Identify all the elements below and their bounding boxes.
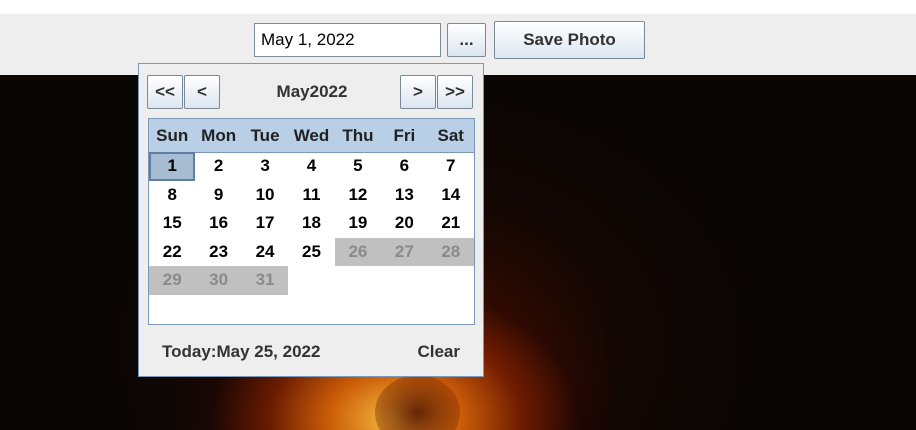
day-cell-29[interactable]: 29: [149, 266, 196, 295]
month-label: May: [276, 82, 310, 101]
day-cell-25[interactable]: 25: [288, 238, 334, 267]
weekday-wed: Wed: [293, 125, 330, 145]
month-year-label: May 2022: [229, 75, 395, 109]
date-field[interactable]: May 1, 2022: [254, 23, 441, 57]
day-cell-15[interactable]: 15: [149, 209, 195, 238]
day-cell-2[interactable]: 2: [195, 152, 241, 181]
day-cell-12[interactable]: 12: [335, 181, 381, 210]
day-cell-1[interactable]: 1: [149, 152, 196, 181]
prev-year-button[interactable]: <<: [147, 75, 183, 109]
today-link[interactable]: Today: May 25, 2022: [162, 341, 320, 363]
photo-center-shadow: [375, 375, 460, 430]
day-cell-22[interactable]: 22: [149, 238, 195, 267]
today-label: Today:: [162, 342, 217, 361]
weekday-mon: Mon: [201, 125, 237, 145]
day-cell-18[interactable]: 18: [288, 209, 334, 238]
day-cell-7[interactable]: 7: [428, 152, 474, 181]
today-value: May 25, 2022: [216, 342, 321, 361]
day-cell-9[interactable]: 9: [195, 181, 241, 210]
save-photo-button[interactable]: Save Photo: [494, 21, 645, 59]
day-cell-16[interactable]: 16: [195, 209, 241, 238]
weekday-fri: Fri: [393, 125, 416, 145]
day-cell-13[interactable]: 13: [381, 181, 427, 210]
day-cell-3[interactable]: 3: [242, 152, 288, 181]
day-cell-11[interactable]: 11: [288, 181, 334, 210]
weekday-tue: Tue: [250, 125, 280, 145]
day-cell-28[interactable]: 28: [427, 237, 474, 266]
day-cell-21[interactable]: 21: [428, 209, 474, 238]
clear-button[interactable]: Clear: [417, 341, 460, 363]
next-month-button[interactable]: >: [400, 75, 436, 109]
day-cell-6[interactable]: 6: [381, 152, 427, 181]
calendar-grid: Sun Mon Tue Wed Thu Fri Sat 1 2 3 4 5 6 7 8 9 10 11 12 13 1…: [148, 118, 475, 325]
weekday-sun: Sun: [156, 125, 189, 145]
day-cell-30[interactable]: 30: [195, 266, 242, 295]
day-cell-20[interactable]: 20: [381, 209, 427, 238]
day-cell-19[interactable]: 19: [335, 209, 381, 238]
date-picker-button[interactable]: ...: [447, 23, 486, 57]
day-cell-23[interactable]: 23: [195, 238, 241, 267]
day-cell-14[interactable]: 14: [428, 181, 474, 210]
day-cell-8[interactable]: 8: [149, 181, 195, 210]
day-cell-10[interactable]: 10: [242, 181, 288, 210]
day-cell-26[interactable]: 26: [334, 237, 382, 266]
weekday-sat: Sat: [437, 125, 464, 145]
calendar-popup: << < May 2022 > >> Sun Mon Tue Wed Thu Fri Sat…: [138, 63, 484, 377]
day-cell-27[interactable]: 27: [381, 237, 428, 266]
top-strip: [0, 0, 916, 14]
next-year-button[interactable]: >>: [437, 75, 473, 109]
year-label: 2022: [309, 82, 348, 101]
day-cell-24[interactable]: 24: [242, 238, 288, 267]
weekday-header: Sun Mon Tue Wed Thu Fri Sat: [149, 119, 474, 153]
date-field-value: May 1, 2022: [261, 30, 355, 49]
day-cell-4[interactable]: 4: [288, 152, 334, 181]
day-cell-31[interactable]: 31: [241, 266, 289, 295]
weekday-thu: Thu: [342, 125, 374, 145]
day-cell-5[interactable]: 5: [335, 152, 381, 181]
prev-month-button[interactable]: <: [184, 75, 220, 109]
day-cell-17[interactable]: 17: [242, 209, 288, 238]
